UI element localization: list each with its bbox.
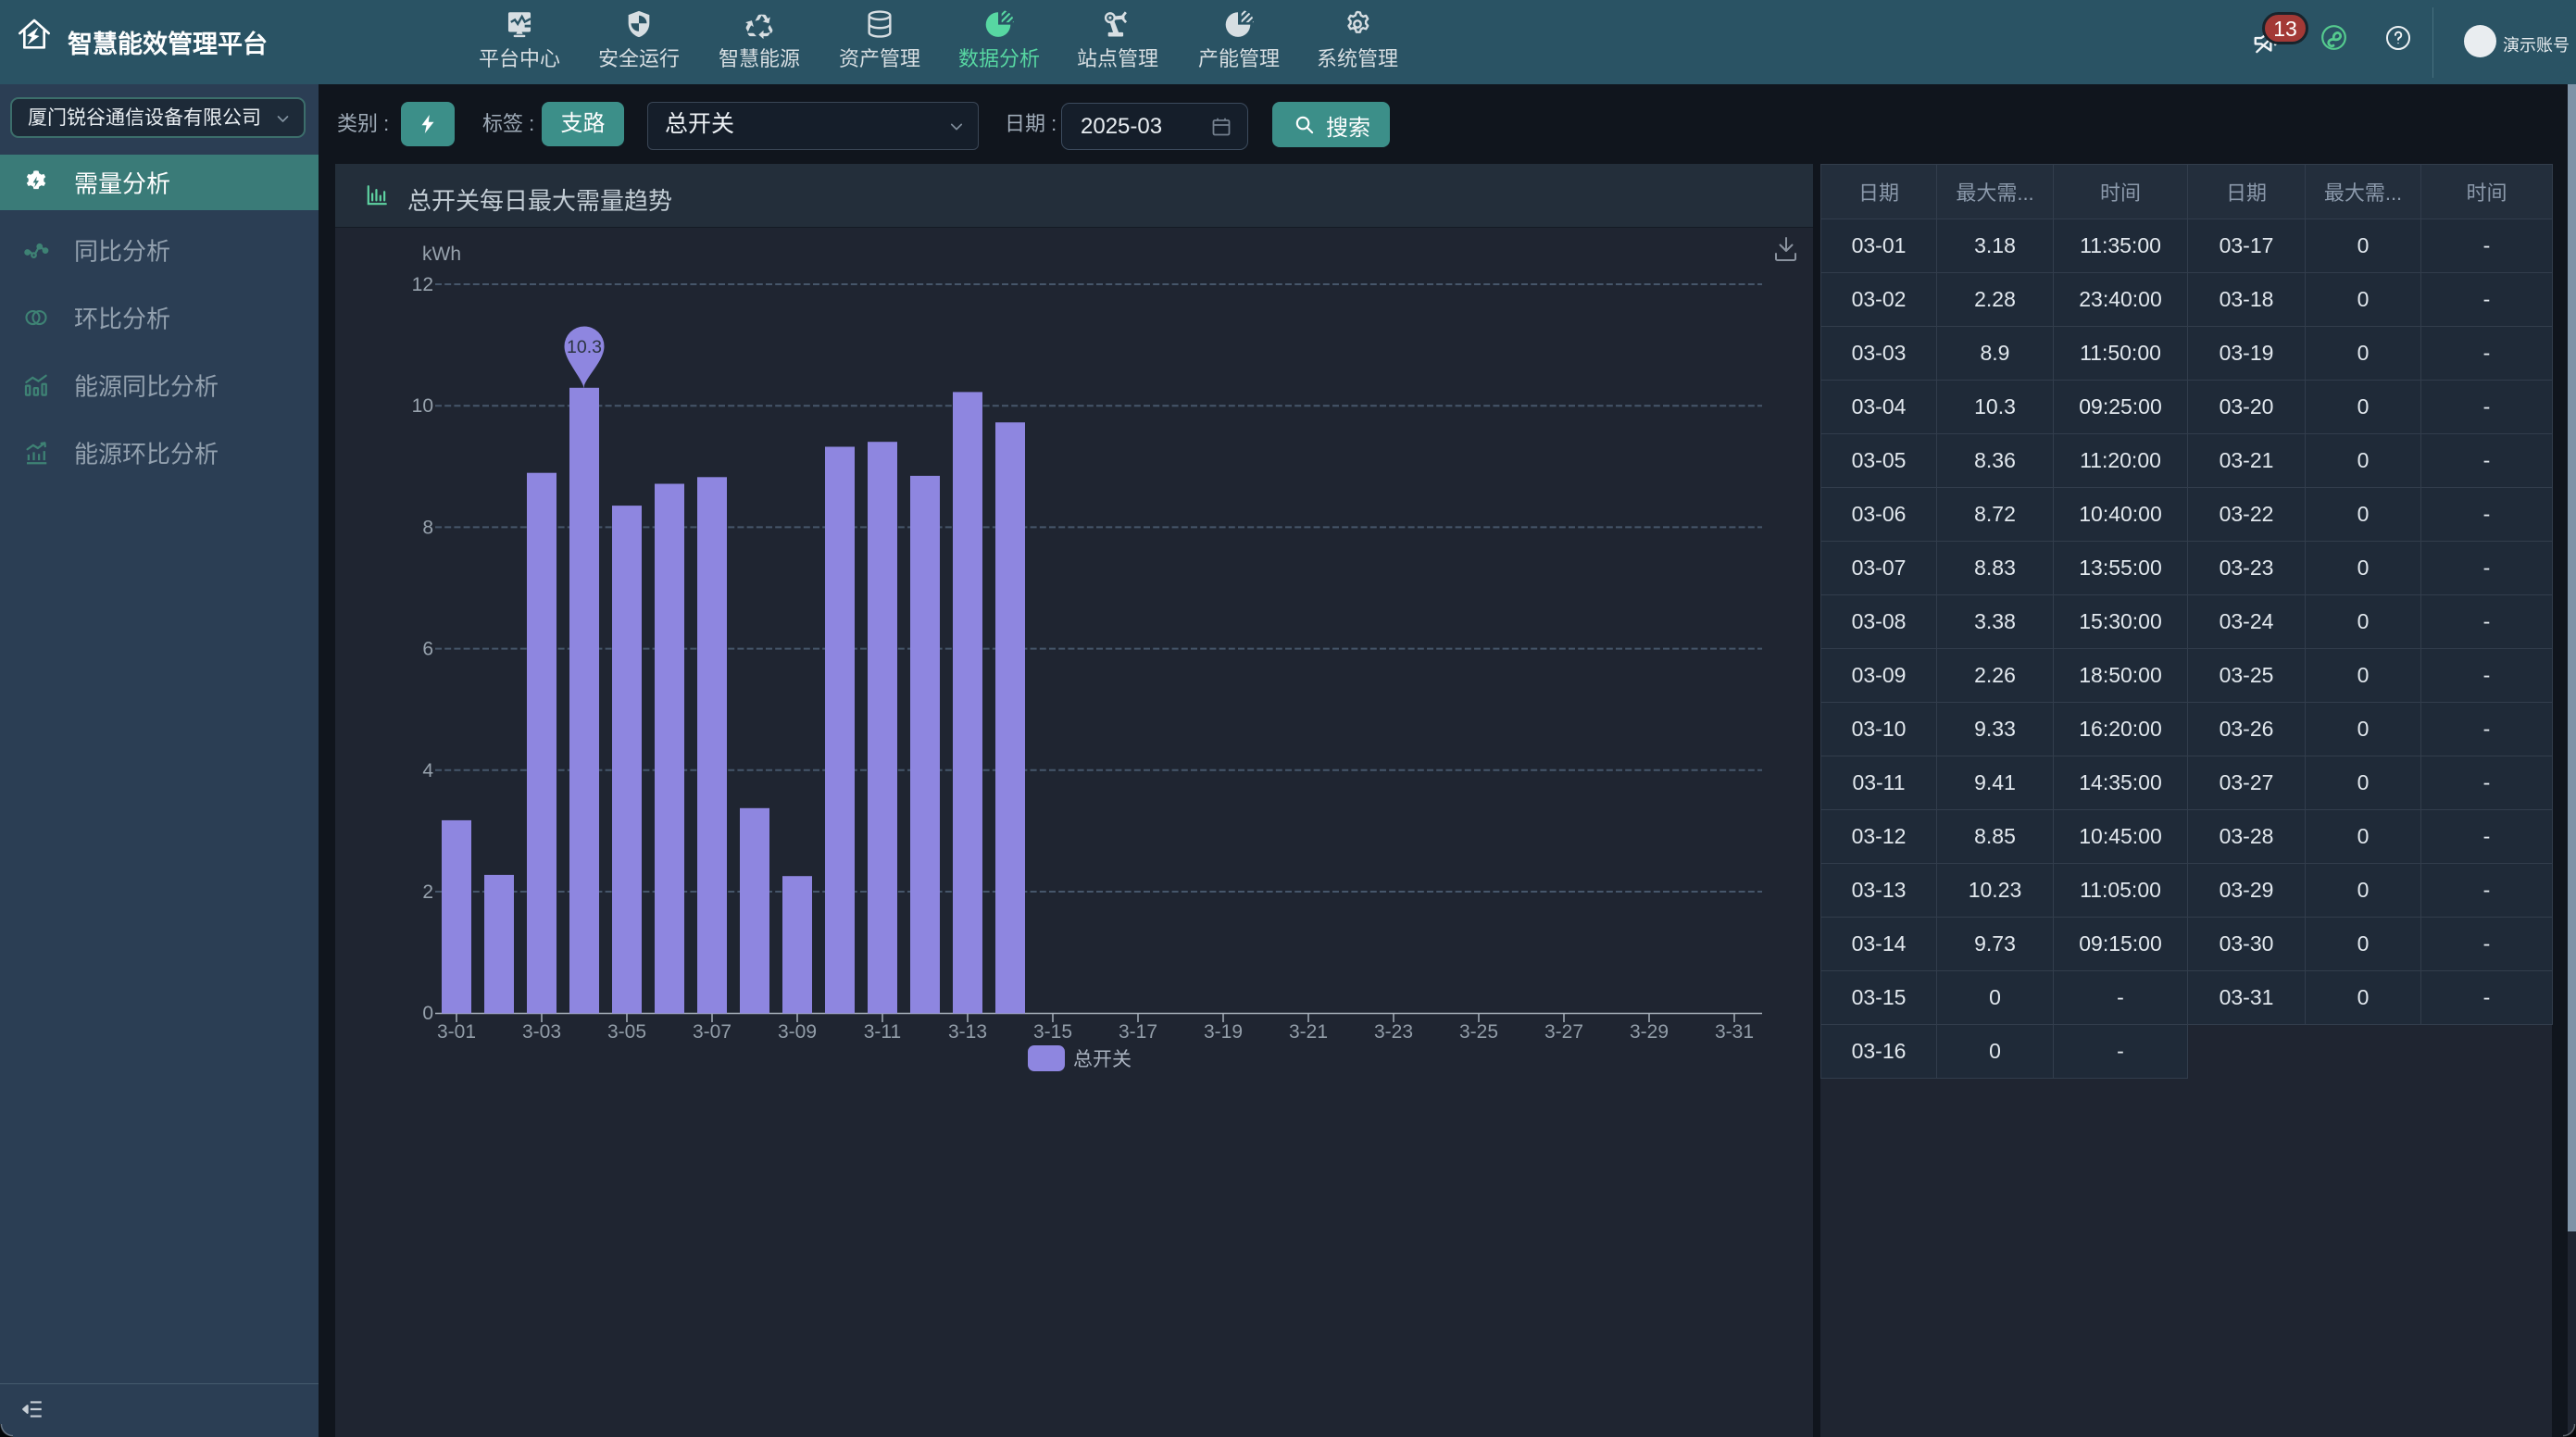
svg-text:3-15: 3-15: [1033, 1021, 1072, 1043]
svg-text:总开关: 总开关: [1073, 1049, 1132, 1070]
svg-text:3-17: 3-17: [1119, 1021, 1157, 1043]
svg-text:3-13: 3-13: [948, 1021, 987, 1043]
svg-text:3-01: 3-01: [437, 1021, 476, 1043]
svg-text:3-29: 3-29: [1630, 1021, 1669, 1043]
svg-text:12: 12: [412, 274, 433, 295]
svg-text:3-21: 3-21: [1289, 1021, 1328, 1043]
svg-text:3-09: 3-09: [778, 1021, 817, 1043]
svg-text:3-07: 3-07: [693, 1021, 732, 1043]
svg-text:3-23: 3-23: [1374, 1021, 1413, 1043]
svg-text:3-05: 3-05: [607, 1021, 646, 1043]
svg-text:3-19: 3-19: [1204, 1021, 1243, 1043]
svg-text:0: 0: [422, 1003, 433, 1024]
svg-text:6: 6: [422, 639, 433, 660]
svg-text:3-25: 3-25: [1459, 1021, 1498, 1043]
svg-text:4: 4: [422, 760, 433, 781]
svg-text:3-03: 3-03: [522, 1021, 561, 1043]
svg-text:3-27: 3-27: [1544, 1021, 1583, 1043]
svg-text:10: 10: [412, 395, 433, 417]
svg-text:8: 8: [422, 517, 433, 538]
svg-text:2: 2: [422, 881, 433, 903]
svg-text:kWh: kWh: [422, 244, 461, 265]
svg-text:3-31: 3-31: [1715, 1021, 1754, 1043]
svg-text:3-11: 3-11: [864, 1021, 901, 1043]
svg-text:10.3: 10.3: [567, 337, 602, 357]
